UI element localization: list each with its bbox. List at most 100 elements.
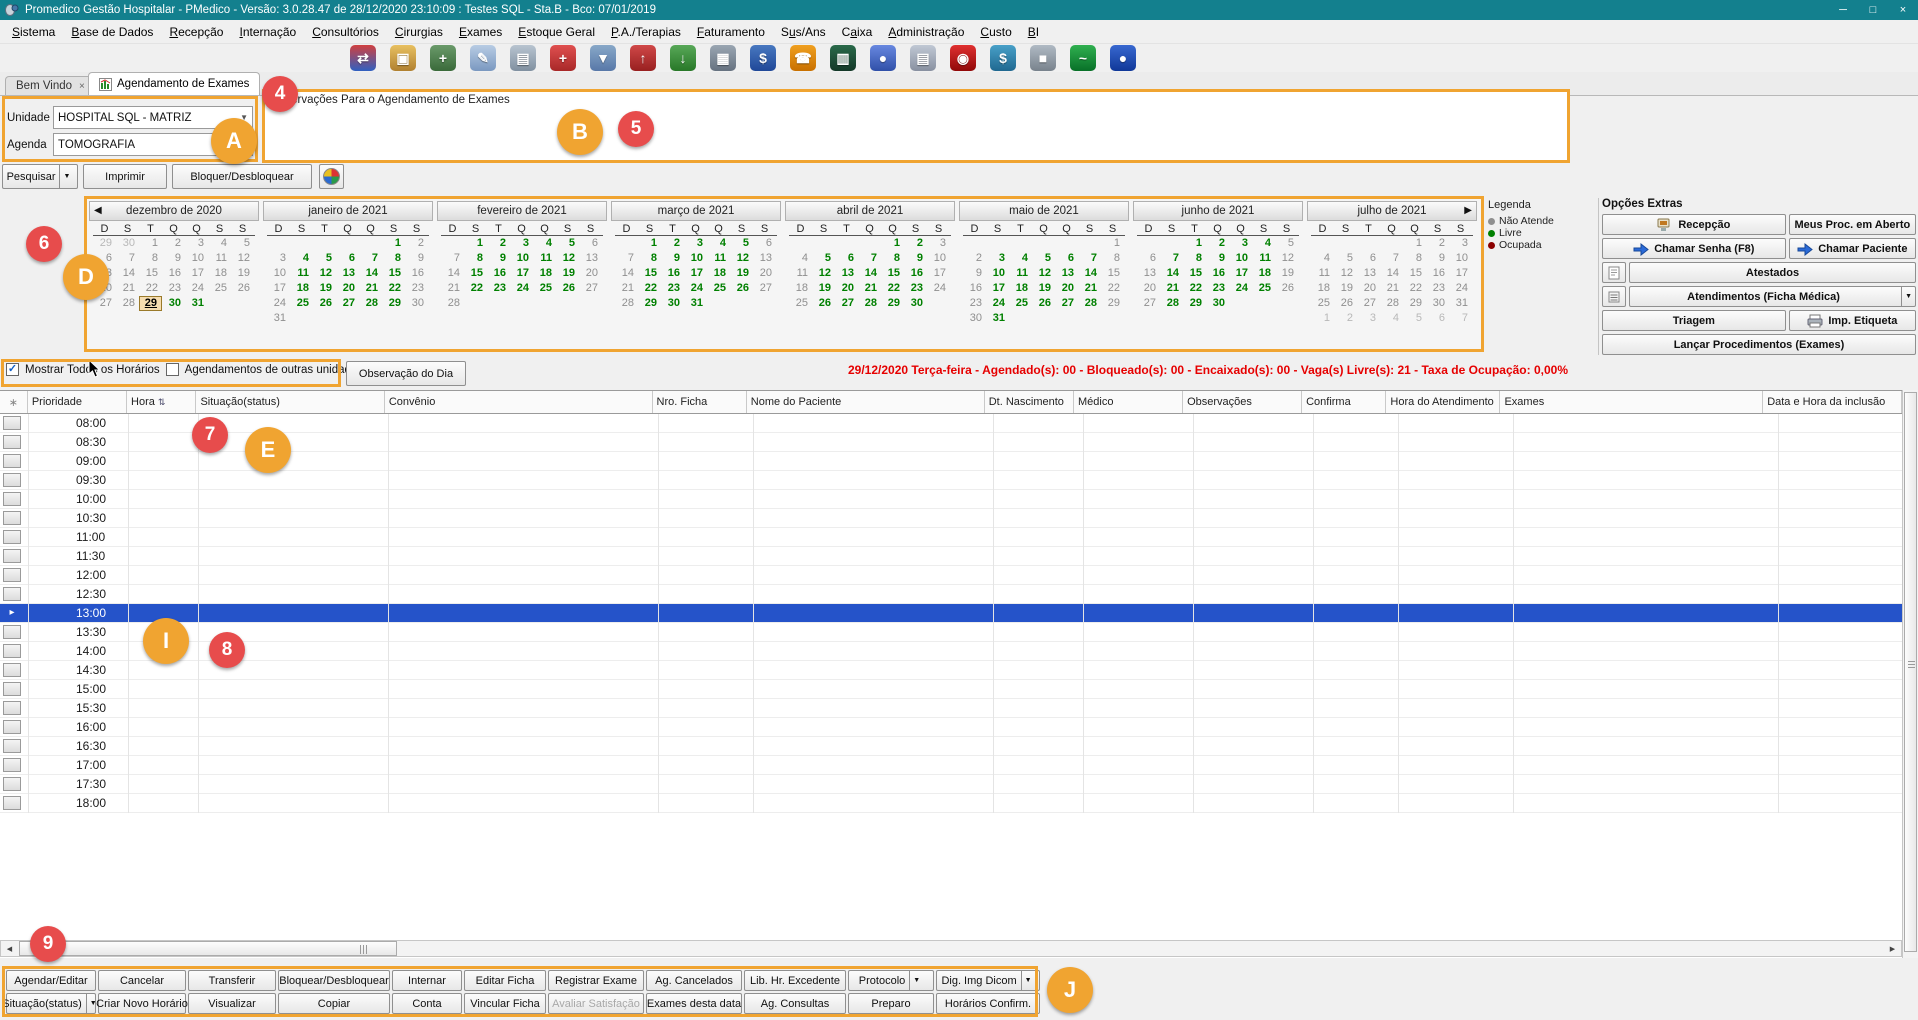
calendar-day[interactable]: 21 xyxy=(615,281,638,296)
calendar-day[interactable]: 14 xyxy=(116,266,139,281)
calendar-day[interactable]: 14 xyxy=(1380,266,1403,281)
calendar-day[interactable]: 15 xyxy=(139,266,162,281)
prescription-icon[interactable]: ✎ xyxy=(470,45,496,71)
row-selector[interactable] xyxy=(3,701,21,715)
calendar-day[interactable]: 30 xyxy=(1426,296,1449,311)
calendar-day[interactable]: 29 xyxy=(1403,296,1426,311)
calendar-day[interactable]: 14 xyxy=(858,266,881,281)
schedule-row[interactable]: 10:30 xyxy=(0,509,1902,528)
calendar-day[interactable]: 8 xyxy=(1403,251,1426,266)
schedule-row[interactable]: 09:30 xyxy=(0,471,1902,490)
calendar-day[interactable]: 13 xyxy=(1137,266,1160,281)
color-wheel-button[interactable] xyxy=(319,164,344,189)
calendar-day[interactable]: 13 xyxy=(753,251,776,266)
calendar-day[interactable]: 14 xyxy=(1160,266,1183,281)
calendar-day[interactable]: 24 xyxy=(684,281,707,296)
row-selector[interactable] xyxy=(3,435,21,449)
calendar-day[interactable]: 4 xyxy=(1380,311,1403,326)
row-selector[interactable] xyxy=(3,739,21,753)
calendar-day[interactable]: 24 xyxy=(267,296,290,311)
horizontal-scrollbar[interactable]: ◀ ▶ xyxy=(0,940,1902,957)
chamar-paciente-button[interactable]: Chamar Paciente xyxy=(1789,238,1916,259)
calendar-day[interactable]: 20 xyxy=(1055,281,1078,296)
calendar-day[interactable]: 18 xyxy=(208,266,231,281)
money-down-icon[interactable]: ↓ xyxy=(670,45,696,71)
ag-consultas-button[interactable]: Ag. Consultas xyxy=(744,993,846,1014)
protocolo-button[interactable]: Protocolo▼ xyxy=(848,970,934,991)
calendar-day[interactable]: 30 xyxy=(661,296,684,311)
calendar-day[interactable]: 26 xyxy=(556,281,579,296)
row-selector[interactable] xyxy=(3,549,21,563)
calendar-day[interactable]: 19 xyxy=(730,266,753,281)
calendar-day[interactable]: 2 xyxy=(405,236,428,251)
calendar-day[interactable]: 25 xyxy=(789,296,812,311)
filter-funnel-icon[interactable]: ▼ xyxy=(590,45,616,71)
ag-cancelados-button[interactable]: Ag. Cancelados xyxy=(646,970,742,991)
calendar-day[interactable]: 26 xyxy=(812,296,835,311)
calendar-day[interactable]: 26 xyxy=(231,281,254,296)
schedule-row[interactable]: 13:30 xyxy=(0,623,1902,642)
calendar-day[interactable]: 9 xyxy=(661,251,684,266)
column-header-Hora[interactable]: Hora⇅ xyxy=(127,391,196,413)
list-small-button[interactable] xyxy=(1602,286,1626,307)
calendar-next-icon[interactable]: ▶ xyxy=(1464,205,1472,216)
row-selector[interactable] xyxy=(3,473,21,487)
calendar-day[interactable]: 23 xyxy=(661,281,684,296)
calendar-day[interactable]: 2 xyxy=(1426,236,1449,251)
calendar-day[interactable]: 17 xyxy=(1449,266,1472,281)
calendar-day[interactable]: 8 xyxy=(881,251,904,266)
calendar-day[interactable]: 31 xyxy=(185,296,208,311)
calendar-day[interactable]: 2 xyxy=(963,251,986,266)
calendar-day[interactable]: 27 xyxy=(93,296,116,311)
calendar-day[interactable]: 19 xyxy=(1334,281,1357,296)
calendar-day[interactable]: 28 xyxy=(359,296,382,311)
calendar-day[interactable]: 4 xyxy=(1009,251,1032,266)
calendar-day[interactable]: 4 xyxy=(707,236,730,251)
column-header-Observações[interactable]: Observações xyxy=(1183,391,1302,413)
printer-icon[interactable]: ■ xyxy=(1030,45,1056,71)
calendar-day[interactable]: 2 xyxy=(661,236,684,251)
imprimir-button[interactable]: Imprimir xyxy=(83,164,167,189)
scroll-left-icon[interactable]: ◀ xyxy=(1,941,18,956)
calendar-day[interactable]: 8 xyxy=(382,251,405,266)
calendar-day[interactable]: 18 xyxy=(707,266,730,281)
calendar-day[interactable]: 5 xyxy=(1403,311,1426,326)
menu-sistema[interactable]: Sistema xyxy=(4,22,63,42)
pesquisar-dropdown-icon[interactable]: ▼ xyxy=(59,165,73,188)
calendar-day[interactable]: 5 xyxy=(730,236,753,251)
calendar-day[interactable]: 23 xyxy=(904,281,927,296)
calendar-day[interactable]: 31 xyxy=(1449,296,1472,311)
calendar-day[interactable]: 8 xyxy=(464,251,487,266)
calendar-day[interactable]: 25 xyxy=(1252,281,1275,296)
calendar-day[interactable]: 30 xyxy=(1206,296,1229,311)
calendar-day[interactable]: 10 xyxy=(927,251,950,266)
column-header-Médico[interactable]: Médico xyxy=(1074,391,1183,413)
atestados-doc-button[interactable] xyxy=(1602,262,1626,283)
calendar-day[interactable]: 23 xyxy=(487,281,510,296)
calendar-day[interactable]: 7 xyxy=(1160,251,1183,266)
calendar-day[interactable]: 19 xyxy=(556,266,579,281)
calendar-day[interactable]: 23 xyxy=(1426,281,1449,296)
calendar-day[interactable]: 15 xyxy=(382,266,405,281)
exames-desta-data-button[interactable]: Exames desta data xyxy=(646,993,742,1014)
schedule-row[interactable]: 16:30 xyxy=(0,737,1902,756)
calendar-day[interactable]: 2 xyxy=(904,236,927,251)
row-selector[interactable] xyxy=(3,682,21,696)
minimize-button[interactable]: ─ xyxy=(1828,0,1858,20)
outras-unidades-checkbox[interactable] xyxy=(166,363,179,376)
calendar-day[interactable]: 12 xyxy=(1334,266,1357,281)
calendar-day[interactable]: 12 xyxy=(730,251,753,266)
calendar-day[interactable]: 15 xyxy=(1183,266,1206,281)
calendar-day[interactable]: 11 xyxy=(1009,266,1032,281)
column-header-Nome do Paciente[interactable]: Nome do Paciente xyxy=(747,391,985,413)
vertical-scrollbar-thumb[interactable] xyxy=(1904,392,1917,952)
calendar-day[interactable]: 15 xyxy=(638,266,661,281)
horizontal-scrollbar-thumb[interactable] xyxy=(19,941,397,956)
menu-caixa[interactable]: Caixa xyxy=(834,22,881,42)
column-header-Convênio[interactable]: Convênio xyxy=(385,391,653,413)
calendar-day[interactable]: 24 xyxy=(185,281,208,296)
calendar-day[interactable]: 12 xyxy=(1275,251,1298,266)
calendar-day[interactable]: 1 xyxy=(464,236,487,251)
chevron-down-icon[interactable]: ▼ xyxy=(240,113,248,122)
calendar-day[interactable]: 4 xyxy=(1252,236,1275,251)
